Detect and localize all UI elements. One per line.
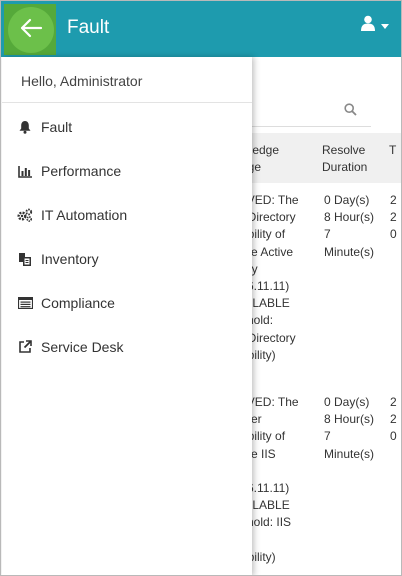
greeting-text: Hello, Administrator [2, 57, 252, 103]
drawer-item-label: Performance [41, 163, 122, 179]
user-menu-button[interactable] [361, 15, 389, 36]
page-title: Fault [67, 17, 110, 38]
drawer-item-it-automation[interactable]: IT Automation [2, 193, 252, 237]
top-app-bar: Fault [1, 1, 401, 57]
drawer-item-fault[interactable]: Fault [2, 105, 252, 149]
gears-icon [17, 207, 33, 223]
drawer-menu: Fault Performance IT Automation Inventor… [2, 103, 252, 369]
chevron-down-icon [381, 24, 389, 29]
table-cell-t: 2 2 0 [390, 395, 397, 444]
table-cell-duration: 0 Day(s) 8 Hour(s) 7 Minute(s) [324, 193, 375, 259]
list-icon [17, 295, 33, 311]
external-link-icon [17, 339, 33, 355]
column-header-label: Resolve Duration [322, 143, 368, 174]
drawer-item-label: IT Automation [41, 207, 128, 223]
column-header-resolve-duration[interactable]: Resolve Duration [317, 133, 383, 183]
drawer-item-inventory[interactable]: Inventory [2, 237, 252, 281]
app-frame: wledge age Resolve Duration T LVED: The … [0, 0, 402, 576]
drawer-item-service-desk[interactable]: Service Desk [2, 325, 252, 369]
search-input[interactable] [251, 126, 371, 127]
column-header-label: T [389, 143, 397, 157]
drawer-item-label: Service Desk [41, 339, 124, 355]
drawer-item-label: Fault [41, 119, 73, 135]
back-button[interactable] [8, 7, 54, 53]
bar-chart-icon [17, 163, 33, 179]
column-header-knowledge[interactable]: wledge age [241, 133, 321, 183]
drawer-item-label: Inventory [41, 251, 99, 267]
arrow-left-icon [19, 18, 43, 43]
table-cell-t: 2 2 0 [390, 193, 397, 242]
drawer-item-label: Compliance [41, 295, 115, 311]
inventory-icon [17, 251, 33, 267]
navigation-drawer: Hello, Administrator Fault Performance I… [2, 57, 252, 575]
table-cell-duration: 0 Day(s) 8 Hour(s) 7 Minute(s) [324, 395, 375, 461]
drawer-item-performance[interactable]: Performance [2, 149, 252, 193]
column-header-t[interactable]: T [383, 133, 401, 183]
bell-icon [17, 119, 33, 135]
user-icon [361, 15, 375, 36]
drawer-item-compliance[interactable]: Compliance [2, 281, 252, 325]
search-icon[interactable] [344, 103, 357, 121]
